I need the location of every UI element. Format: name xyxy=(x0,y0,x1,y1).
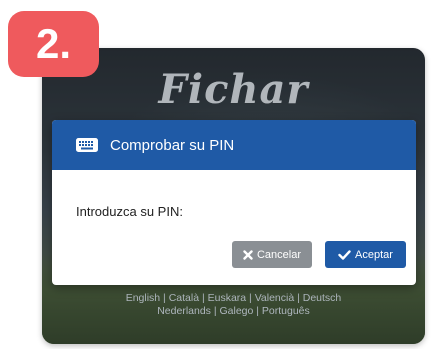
cancel-button[interactable]: Cancelar xyxy=(232,241,312,268)
keyboard-icon xyxy=(76,138,98,152)
cancel-button-label: Cancelar xyxy=(256,248,302,261)
pin-dialog: Comprobar su PIN Introduzca su PIN: Canc… xyxy=(52,120,416,285)
dialog-header: Comprobar su PIN xyxy=(52,120,416,170)
language-links-line-2[interactable]: Nederlands | Galego | Português xyxy=(60,305,407,318)
dialog-title: Comprobar su PIN xyxy=(110,136,235,154)
language-selector[interactable]: English | Català | Euskara | Valencià | … xyxy=(60,292,407,317)
app-logo: Fichar xyxy=(158,66,309,113)
checkmark-icon xyxy=(338,249,351,260)
step-badge: 2. xyxy=(8,11,99,77)
step-badge-label: 2. xyxy=(35,20,72,67)
accept-button-label: Aceptar xyxy=(355,248,393,261)
language-links-line-1[interactable]: English | Català | Euskara | Valencià | … xyxy=(60,292,407,305)
accept-button[interactable]: Aceptar xyxy=(325,241,406,268)
pin-label: Introduzca su PIN: xyxy=(76,204,183,219)
dialog-body: Introduzca su PIN: Cancelar Aceptar xyxy=(52,170,416,285)
close-icon xyxy=(243,249,253,260)
